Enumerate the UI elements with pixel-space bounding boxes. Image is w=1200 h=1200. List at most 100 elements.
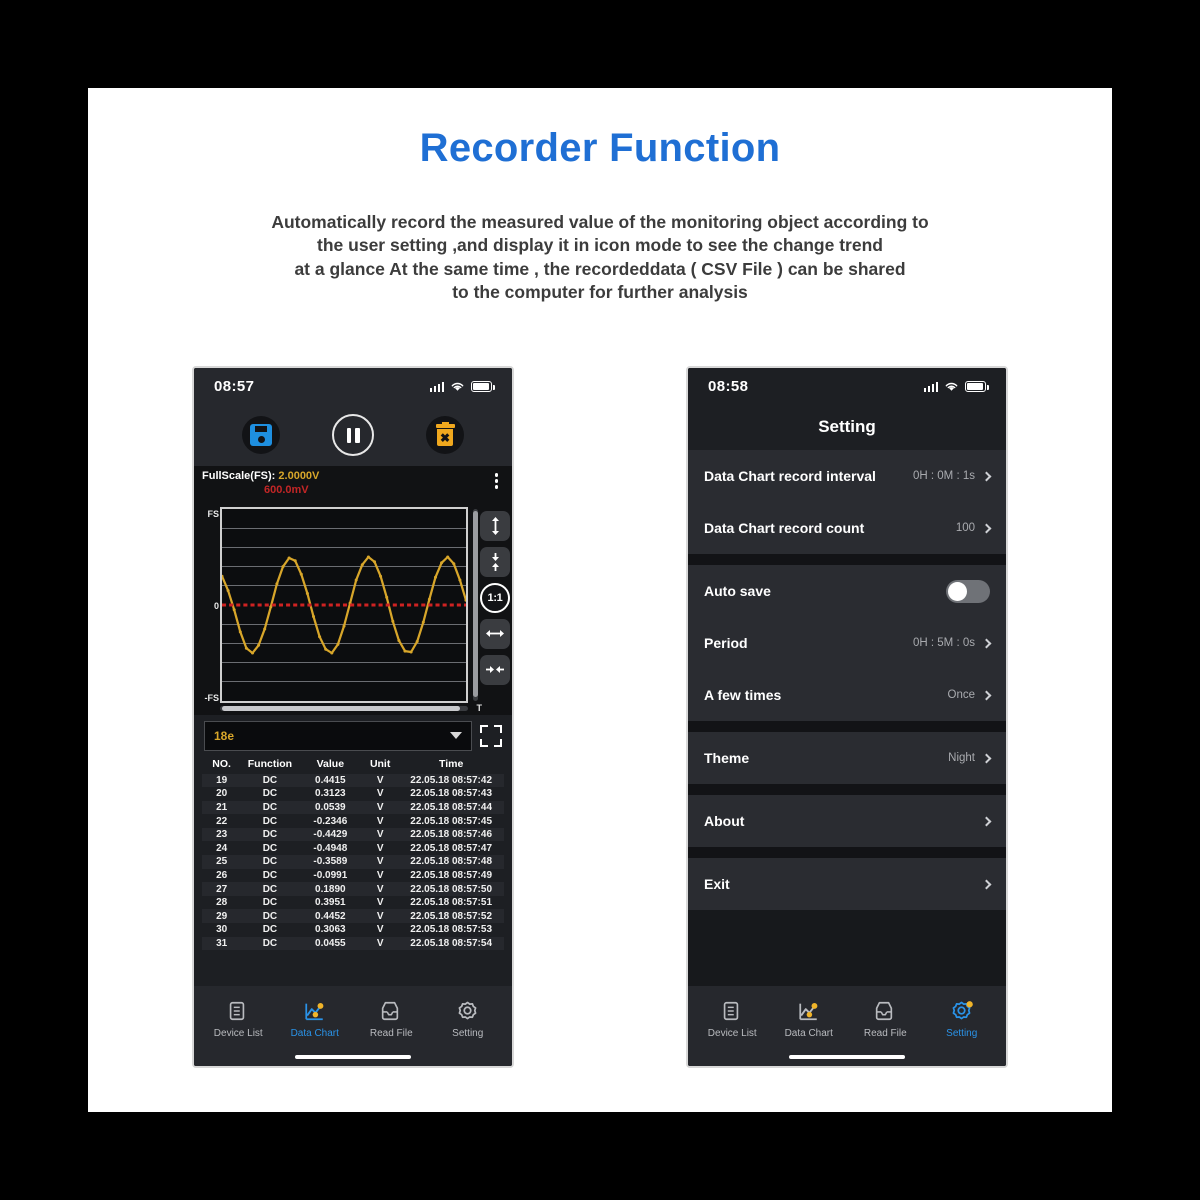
column-header-unit: Unit bbox=[369, 757, 391, 770]
pause-button[interactable] bbox=[332, 414, 374, 456]
table-row[interactable]: 25 DC -0.3589 V 22.05.18 08:57:48 bbox=[202, 855, 504, 869]
nav-item-setting[interactable]: Setting bbox=[432, 1000, 504, 1039]
table-row[interactable]: 26 DC -0.0991 V 22.05.18 08:57:49 bbox=[202, 868, 504, 883]
home-indicator[interactable] bbox=[789, 1055, 905, 1059]
cell-no: 29 bbox=[216, 910, 228, 922]
cell-value: 0.3063 bbox=[315, 924, 346, 936]
settings-row-period[interactable]: Period 0H : 5M : 0s bbox=[688, 617, 1006, 669]
settings-row-theme[interactable]: Theme Night bbox=[688, 732, 1006, 784]
cell-function: DC bbox=[262, 815, 278, 827]
table-row[interactable]: 27 DC 0.1890 V 22.05.18 08:57:50 bbox=[202, 882, 504, 896]
home-indicator[interactable] bbox=[295, 1055, 411, 1059]
settings-row-exit[interactable]: Exit bbox=[688, 858, 1006, 910]
nav-item-label: Data Chart bbox=[784, 1027, 833, 1039]
expand-vertical-button[interactable] bbox=[480, 510, 510, 541]
cell-function: DC bbox=[262, 842, 278, 854]
setting-icon bbox=[950, 1000, 974, 1024]
nav-item-data-chart[interactable]: Data Chart bbox=[773, 1000, 845, 1039]
table-row[interactable]: 29 DC 0.4452 V 22.05.18 08:57:52 bbox=[202, 909, 504, 924]
nav-item-label: Read File bbox=[863, 1027, 907, 1039]
cell-function: DC bbox=[262, 869, 278, 881]
table-row[interactable]: 23 DC -0.4429 V 22.05.18 08:57:46 bbox=[202, 827, 504, 842]
file-dropdown[interactable]: 18e bbox=[204, 720, 472, 751]
settings-row-value-group: 0H : 5M : 0s bbox=[913, 637, 992, 649]
settings-group: Auto save Period 0H : 5M : 0s A few times On… bbox=[688, 565, 1006, 721]
cell-function: DC bbox=[262, 829, 278, 841]
chart-vscrollbar[interactable] bbox=[473, 508, 478, 701]
status-icons bbox=[429, 380, 495, 392]
settings-row-data-chart-record-interval[interactable]: Data Chart record interval 0H : 0M : 1s bbox=[688, 450, 1006, 502]
cell-time: 22.05.18 08:57:49 bbox=[410, 869, 492, 881]
description-line-3: at a glance At the same time , the recor… bbox=[294, 258, 906, 279]
nav-item-label: Device List bbox=[707, 1027, 757, 1039]
cell-no: 22 bbox=[216, 815, 228, 827]
table-row[interactable]: 20 DC 0.3123 V 22.05.18 08:57:43 bbox=[202, 787, 504, 801]
settings-row-data-chart-record-count[interactable]: Data Chart record count 100 bbox=[688, 502, 1006, 554]
settings-row-label: Exit bbox=[704, 876, 730, 892]
chevron-right-icon bbox=[981, 471, 992, 481]
table-row[interactable]: 28 DC 0.3951 V 22.05.18 08:57:51 bbox=[202, 895, 504, 910]
save-button[interactable] bbox=[242, 416, 280, 454]
cell-time: 22.05.18 08:57:53 bbox=[410, 924, 492, 936]
table-row[interactable]: 24 DC -0.4948 V 22.05.18 08:57:47 bbox=[202, 841, 504, 856]
phone-settings-screen: 08:58 Setting Data Chart record interval… bbox=[686, 366, 1008, 1068]
settings-row-value: 100 bbox=[955, 522, 975, 534]
nav-item-read-file[interactable]: Read File bbox=[355, 1000, 427, 1039]
table-row[interactable]: 21 DC 0.0539 V 22.05.18 08:57:44 bbox=[202, 800, 504, 815]
page-title: Recorder Function bbox=[419, 126, 781, 170]
nav-item-read-file[interactable]: Read File bbox=[849, 1000, 921, 1039]
nav-item-setting[interactable]: Setting bbox=[926, 1000, 998, 1039]
cell-no: 23 bbox=[216, 829, 228, 841]
nav-item-device-list[interactable]: Device List bbox=[202, 1000, 274, 1039]
auto-save-toggle[interactable] bbox=[946, 579, 990, 603]
collapse-vertical-button[interactable] bbox=[480, 546, 510, 577]
records-table: NO. Function Value Unit Time 19 DC 0.4415 V… bbox=[202, 755, 504, 951]
settings-title: Setting bbox=[688, 404, 1006, 450]
settings-group: Data Chart record interval 0H : 0M : 1s Da… bbox=[688, 450, 1006, 554]
table-row[interactable]: 22 DC -0.2346 V 22.05.18 08:57:45 bbox=[202, 814, 504, 828]
ratio-one-to-one-button[interactable]: 1:1 bbox=[480, 582, 510, 613]
table-row[interactable]: 19 DC 0.4415 V 22.05.18 08:57:42 bbox=[202, 773, 504, 788]
cell-no: 20 bbox=[216, 788, 228, 800]
cell-function: DC bbox=[262, 774, 278, 786]
page-description: Automatically record the measured value … bbox=[185, 211, 1015, 304]
cell-value: 0.0455 bbox=[315, 937, 346, 949]
expand-horizontal-button[interactable] bbox=[480, 618, 510, 649]
cell-no: 27 bbox=[216, 883, 228, 895]
battery-icon bbox=[965, 380, 989, 392]
cell-unit: V bbox=[376, 897, 384, 909]
chart-plot[interactable] bbox=[220, 506, 468, 703]
cell-unit: V bbox=[376, 829, 384, 841]
settings-row-auto-save[interactable]: Auto save bbox=[688, 565, 1006, 617]
chart-series-svg bbox=[222, 555, 466, 654]
cell-time: 22.05.18 08:57:46 bbox=[410, 829, 492, 841]
bottom-nav: Device List Data Chart Read File Setting bbox=[194, 986, 512, 1048]
cell-no: 26 bbox=[216, 869, 228, 881]
cell-function: DC bbox=[262, 788, 278, 800]
chart-plot-wrapper: T bbox=[220, 506, 482, 713]
cell-unit: V bbox=[376, 801, 384, 813]
nav-item-device-list[interactable]: Device List bbox=[696, 1000, 768, 1039]
chevron-down-icon bbox=[450, 732, 462, 739]
cell-value: 0.4452 bbox=[315, 910, 346, 922]
fullscreen-expand-icon[interactable] bbox=[480, 724, 502, 747]
settings-row-a-few-times[interactable]: A few times Once bbox=[688, 669, 1006, 721]
cell-unit: V bbox=[376, 774, 384, 786]
cell-function: DC bbox=[262, 856, 278, 868]
overflow-menu-icon[interactable] bbox=[494, 470, 498, 489]
cell-time: 22.05.18 08:57:45 bbox=[410, 815, 492, 827]
settings-row-label: Period bbox=[704, 635, 748, 651]
chevron-right-icon bbox=[981, 690, 992, 700]
settings-row-about[interactable]: About bbox=[688, 795, 1006, 847]
delete-button[interactable]: ✖ bbox=[426, 416, 464, 454]
chart-hscrollbar[interactable] bbox=[220, 705, 468, 711]
settings-row-label: About bbox=[704, 813, 745, 829]
nav-item-data-chart[interactable]: Data Chart bbox=[279, 1000, 351, 1039]
table-row[interactable]: 31 DC 0.0455 V 22.05.18 08:57:54 bbox=[202, 936, 504, 951]
cell-time: 22.05.18 08:57:54 bbox=[410, 937, 492, 949]
column-header-value: Value bbox=[316, 757, 345, 770]
chevron-right-icon bbox=[981, 638, 992, 648]
table-row[interactable]: 30 DC 0.3063 V 22.05.18 08:57:53 bbox=[202, 923, 504, 937]
collapse-horizontal-button[interactable] bbox=[480, 654, 510, 685]
description-line-1: Automatically record the measured value … bbox=[271, 212, 929, 232]
